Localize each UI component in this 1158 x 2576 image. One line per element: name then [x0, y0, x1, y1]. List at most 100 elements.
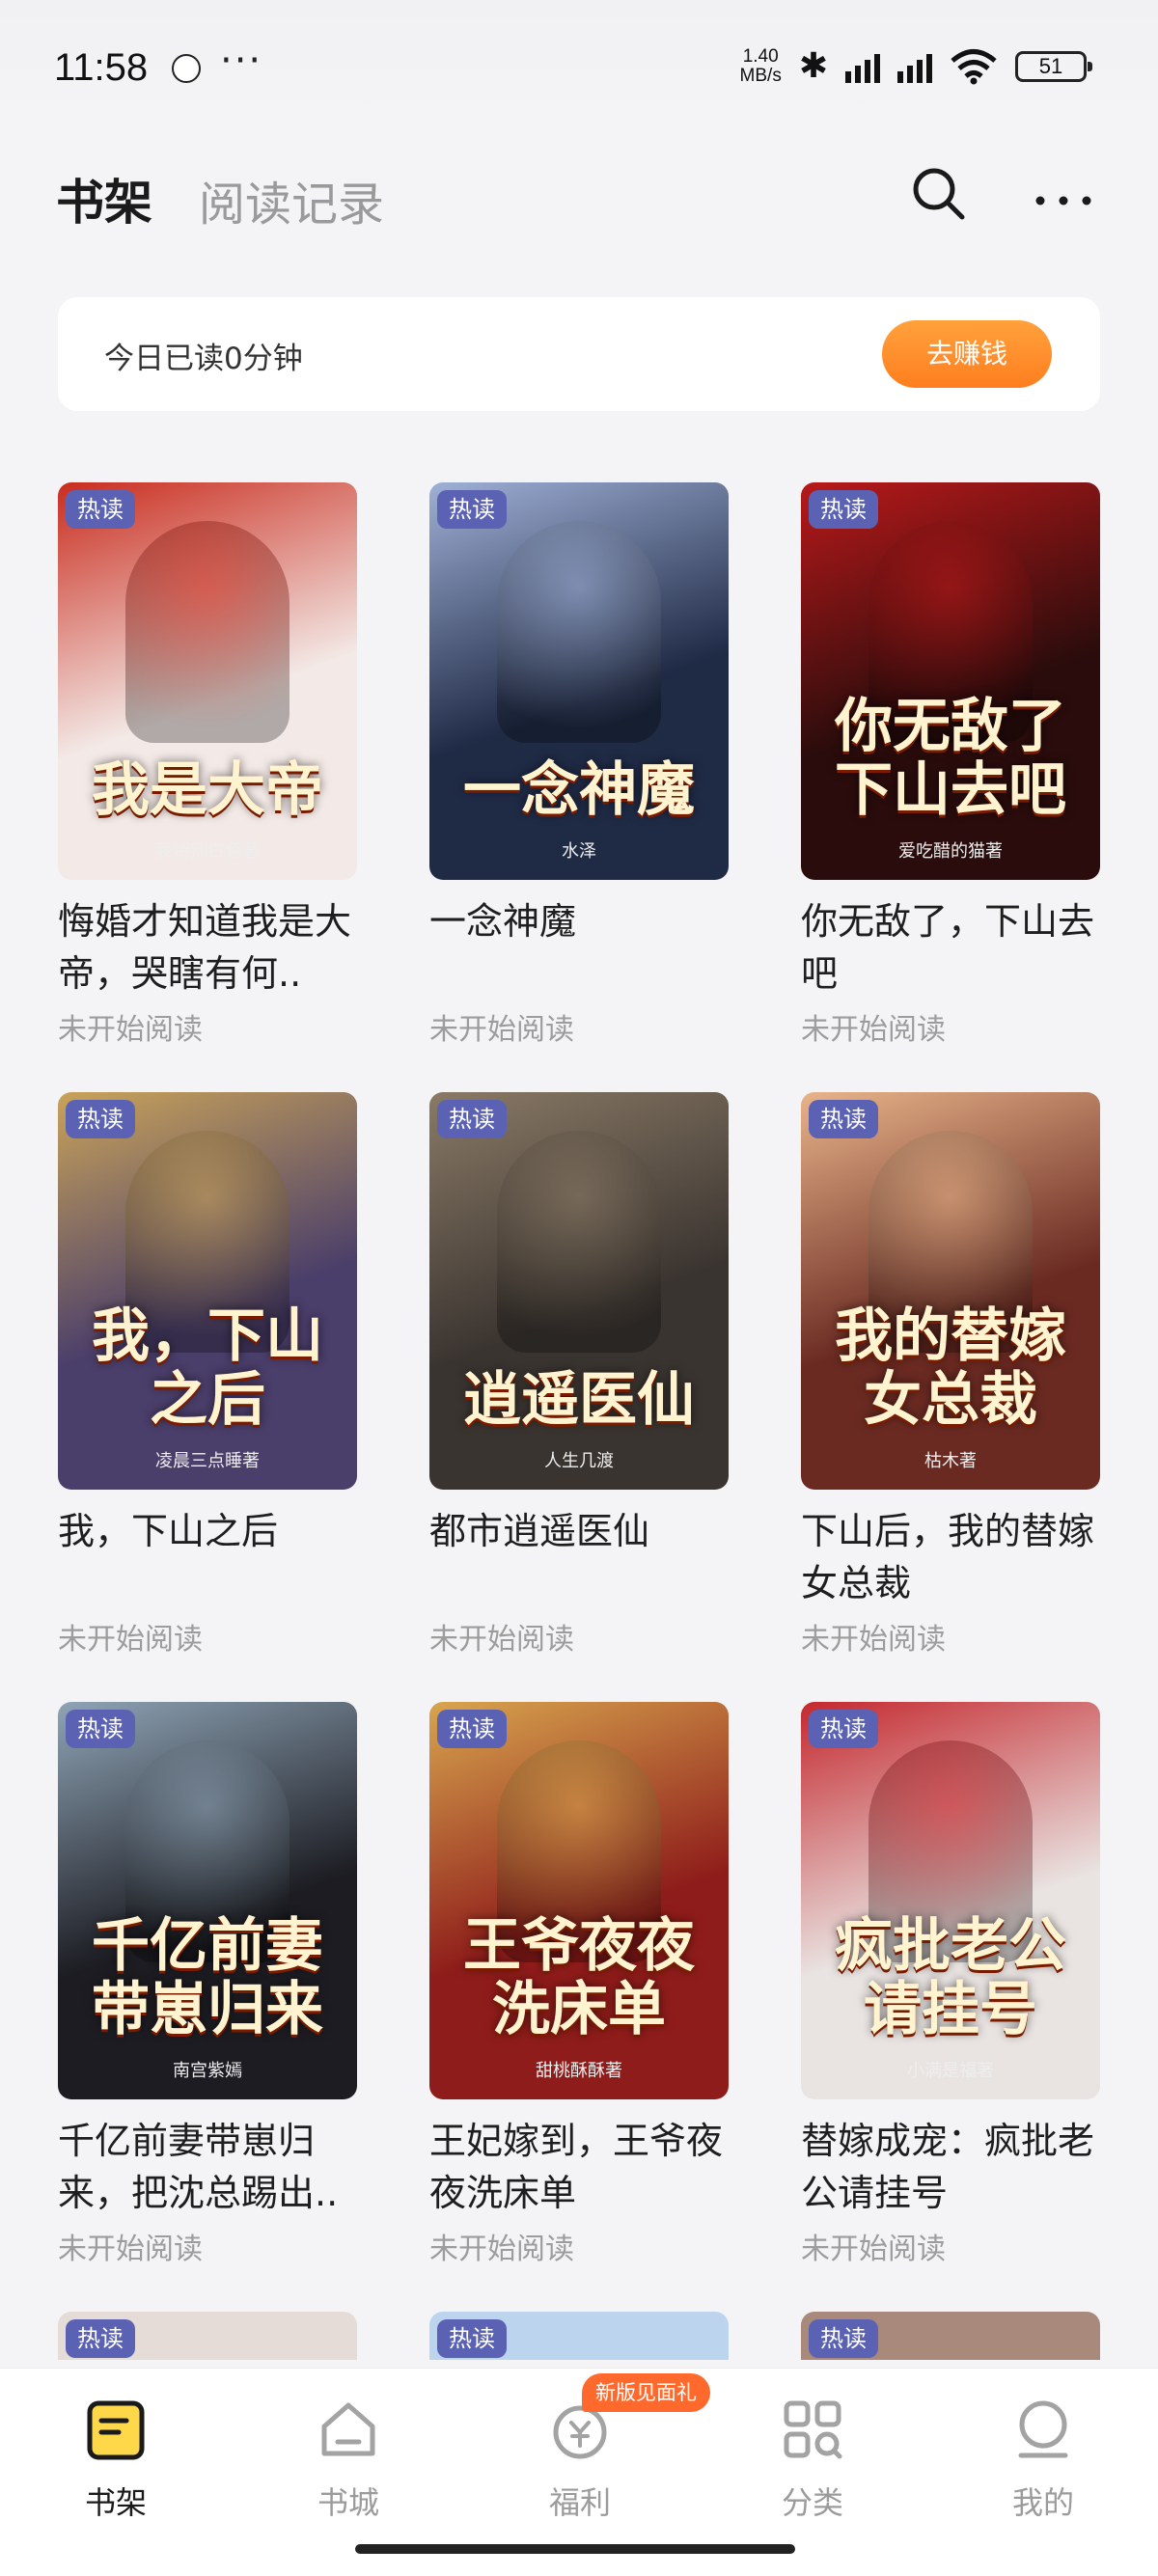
book-card[interactable]: 疯批老公请挂号小满是福著 热读替嫁成宠：疯批老公请挂号未开始阅读: [801, 1702, 1100, 2267]
book-title[interactable]: 一念神魔: [429, 895, 729, 1000]
hot-badge: 热读: [66, 1100, 135, 1138]
search-icon[interactable]: [907, 162, 969, 224]
book-card-partial[interactable]: 热读: [58, 2312, 357, 2360]
cover-title: 千亿前妻带崽归来: [92, 1912, 323, 2043]
book-read-status: 未开始阅读: [429, 1623, 574, 1657]
book-title[interactable]: 千亿前妻带崽归来，把沈总踢出..: [58, 2115, 357, 2219]
cover-title: 疯批老公请挂号: [835, 1912, 1066, 2043]
status-indicators: 1.40 MB/s ✱ 51: [740, 46, 1092, 86]
qq-notification-icon: [172, 54, 201, 83]
book-title[interactable]: 王妃嫁到，王爷夜夜洗床单: [429, 2115, 729, 2219]
book-card-partial[interactable]: 热读: [429, 2312, 729, 2360]
cover-illustration: [497, 521, 661, 743]
book-cover[interactable]: 一念神魔水泽 热读: [429, 482, 729, 880]
cover-title: 我是大帝: [92, 756, 323, 824]
cover-author: 水泽: [562, 841, 596, 862]
hot-badge: 热读: [437, 1100, 507, 1138]
book-card[interactable]: 逍遥医仙 人生几渡 热读 都市逍遥医仙 未开始阅读: [429, 1092, 729, 1658]
signal-hd-icon: [845, 50, 880, 83]
cover-illustration: [497, 1131, 661, 1353]
book-cover[interactable]: 王爷夜夜洗床单 甜桃酥酥著 热读: [429, 1702, 729, 2099]
book-title[interactable]: 我，下山之后: [58, 1505, 357, 1609]
book-read-status: 未开始阅读: [801, 1013, 946, 1047]
reading-time-card: 今日已读0分钟 去赚钱: [58, 297, 1100, 411]
category-icon: [784, 2400, 842, 2459]
new-version-gift-badge: 新版见面礼: [582, 2373, 710, 2412]
book-title[interactable]: 替嫁成宠：疯批老公请挂号: [801, 2115, 1100, 2219]
tab-reading-history[interactable]: 阅读记录: [199, 166, 384, 233]
nav-category-label: 分类: [781, 2484, 843, 2521]
status-time: 11:58: [54, 46, 149, 89]
hot-badge: 热读: [66, 1710, 135, 1748]
book-cover[interactable]: 我，下山之后凌晨三点睡著 热读: [58, 1092, 357, 1490]
nav-store[interactable]: 书城: [271, 2398, 426, 2523]
battery-icon: 51: [1015, 50, 1092, 82]
cover-title: 一念神魔: [463, 756, 695, 824]
status-bar: 11:58 ··· 1.40 MB/s ✱ 51: [0, 0, 1158, 135]
cover-author: 我特别白色著: [155, 841, 260, 862]
top-header: 书架 阅读记录: [0, 154, 1158, 232]
nav-bookshelf[interactable]: 书架: [39, 2398, 193, 2523]
book-title[interactable]: 都市逍遥医仙: [429, 1505, 729, 1609]
earn-money-button[interactable]: 去赚钱: [882, 320, 1052, 388]
book-card[interactable]: 我的替嫁女总裁 枯木著 热读 下山后，我的替嫁女总裁 未开始阅读: [801, 1092, 1100, 1658]
cover-illustration: [125, 521, 290, 743]
cover-author: 小满是福著: [907, 2061, 994, 2081]
hot-badge: 热读: [809, 2319, 878, 2358]
book-read-status: 未开始阅读: [58, 2233, 203, 2266]
book-card[interactable]: 千亿前妻带崽归来南宫紫嫣 热读千亿前妻带崽归来，把沈总踢出.. 未开始阅读: [58, 1702, 357, 2267]
book-card[interactable]: 我是大帝 我特别白色著 热读 悔婚才知道我是大帝，哭瞎有何.. 未开始阅读: [58, 482, 357, 1048]
bookshelf-icon: [87, 2400, 145, 2460]
cover-author: 人生几渡: [544, 1451, 614, 1471]
book-card[interactable]: 王爷夜夜洗床单 甜桃酥酥著 热读王妃嫁到，王爷夜夜洗床单未开始阅读: [429, 1702, 729, 2267]
book-cover[interactable]: 我的替嫁女总裁枯木著 热读: [801, 1092, 1100, 1490]
book-card[interactable]: 你无敌了下山去吧爱吃醋的猫著 热读你无敌了，下山去吧未开始阅读: [801, 482, 1100, 1048]
book-read-status: 未开始阅读: [58, 1013, 203, 1047]
hot-badge: 热读: [437, 2319, 507, 2358]
nav-category[interactable]: 分类: [735, 2398, 890, 2523]
book-card[interactable]: 我，下山之后 凌晨三点睡著 热读 我，下山之后 未开始阅读: [58, 1092, 357, 1658]
profile-icon: [1018, 2400, 1068, 2458]
hot-badge: 热读: [809, 490, 878, 529]
cover-author: 枯木著: [924, 1451, 977, 1471]
book-read-status: 未开始阅读: [429, 1013, 574, 1047]
book-cover[interactable]: 你无敌了下山去吧爱吃醋的猫著 热读: [801, 482, 1100, 880]
hot-badge: 热读: [809, 1710, 878, 1748]
book-cover[interactable]: 疯批老公请挂号小满是福著 热读: [801, 1702, 1100, 2099]
home-indicator[interactable]: [355, 2544, 795, 2554]
nav-welfare[interactable]: 福利: [503, 2398, 657, 2523]
cover-title: 我，下山之后: [92, 1302, 323, 1434]
hot-badge: 热读: [809, 1100, 878, 1138]
hot-badge: 热读: [437, 490, 507, 529]
bluetooth-icon: ✱: [798, 46, 828, 86]
cover-author: 凌晨三点睡著: [155, 1451, 260, 1471]
book-cover[interactable]: 我是大帝 我特别白色著 热读: [58, 482, 357, 880]
cover-title: 我的替嫁女总裁: [835, 1302, 1066, 1434]
book-title[interactable]: 下山后，我的替嫁女总裁: [801, 1505, 1100, 1609]
book-card[interactable]: 一念神魔 水泽 热读 一念神魔 未开始阅读: [429, 482, 729, 1048]
hot-badge: 热读: [437, 1710, 507, 1748]
more-options-icon[interactable]: [1033, 162, 1094, 224]
hot-badge: 热读: [66, 2319, 135, 2358]
nav-bookshelf-label: 书架: [84, 2484, 147, 2521]
cover-title: 你无敌了下山去吧: [835, 693, 1066, 824]
nav-profile[interactable]: 我的: [966, 2398, 1120, 2523]
book-cover[interactable]: 逍遥医仙 人生几渡 热读: [429, 1092, 729, 1490]
book-title[interactable]: 悔婚才知道我是大帝，哭瞎有何..: [58, 895, 357, 1000]
cover-title: 王爷夜夜洗床单: [463, 1912, 695, 2043]
book-read-status: 未开始阅读: [58, 1623, 203, 1657]
cover-author: 爱吃醋的猫著: [898, 841, 1003, 862]
nav-profile-label: 我的: [1011, 2484, 1074, 2521]
tab-bookshelf[interactable]: 书架: [56, 164, 152, 233]
signal-icon: [897, 50, 932, 83]
book-read-status: 未开始阅读: [429, 2233, 574, 2266]
cover-author: 南宫紫嫣: [173, 2061, 242, 2081]
nav-welfare-label: 福利: [548, 2484, 611, 2521]
wifi-icon: [951, 48, 997, 84]
store-icon: [321, 2402, 375, 2456]
more-notifications-icon: ···: [220, 39, 263, 83]
book-cover[interactable]: 千亿前妻带崽归来南宫紫嫣 热读: [58, 1702, 357, 2099]
book-card-partial[interactable]: 热读: [801, 2312, 1100, 2360]
book-title[interactable]: 你无敌了，下山去吧: [801, 895, 1100, 1000]
book-read-status: 未开始阅读: [801, 2233, 946, 2266]
